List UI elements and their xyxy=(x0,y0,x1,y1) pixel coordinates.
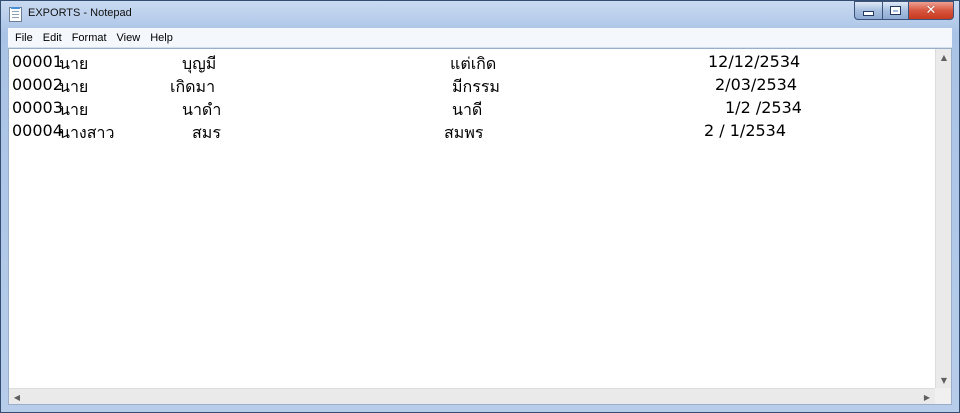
horizontal-scrollbar[interactable]: ◀ ▶ xyxy=(9,388,935,404)
notepad-icon[interactable] xyxy=(9,7,22,22)
close-icon: ✕ xyxy=(925,3,937,18)
menu-view[interactable]: View xyxy=(112,32,146,44)
record-last-name: แต่เกิด xyxy=(450,54,497,73)
text-area[interactable]: 00001 นาย บุญมี แต่เกิด 12/12/2534 00002… xyxy=(9,49,935,388)
record-first-name: บุญมี xyxy=(182,54,217,73)
scroll-right-icon[interactable]: ▶ xyxy=(919,389,935,405)
record-date: 2 / 1/2534 xyxy=(704,121,787,140)
menu-edit[interactable]: Edit xyxy=(38,32,67,44)
record-id: 00004 xyxy=(12,121,63,140)
record-id: 00002 xyxy=(12,75,63,94)
scroll-left-icon[interactable]: ◀ xyxy=(9,389,25,405)
record-first-name: นาดำ xyxy=(182,100,222,119)
scroll-down-icon[interactable]: ▼ xyxy=(936,372,952,388)
menu-format[interactable]: Format xyxy=(67,32,112,44)
window-title: EXPORTS - Notepad xyxy=(28,7,132,19)
vertical-scrollbar[interactable]: ▲ ▼ xyxy=(935,49,951,388)
scrollbar-corner xyxy=(935,388,951,404)
maximize-button[interactable] xyxy=(882,1,908,20)
record-date: 1/2 /2534 xyxy=(725,98,802,117)
record-first-name: สมร xyxy=(192,123,221,142)
record-first-name: เกิดมา xyxy=(170,77,216,96)
close-button[interactable]: ✕ xyxy=(908,1,954,20)
minimize-icon xyxy=(863,11,874,16)
record-title: นาย xyxy=(59,77,89,96)
text-editor[interactable]: 00001 นาย บุญมี แต่เกิด 12/12/2534 00002… xyxy=(8,48,952,405)
record-title: นางสาว xyxy=(59,123,115,142)
record-date: 2/03/2534 xyxy=(715,75,798,94)
record-title: นาย xyxy=(59,100,89,119)
caption-buttons: ✕ xyxy=(854,1,954,21)
record-title: นาย xyxy=(59,54,89,73)
scroll-up-icon[interactable]: ▲ xyxy=(936,49,952,65)
menu-bar: File Edit Format View Help xyxy=(8,28,952,48)
record-id: 00003 xyxy=(12,98,63,117)
record-date: 12/12/2534 xyxy=(708,52,801,71)
maximize-icon xyxy=(890,6,901,15)
record-last-name: นาดี xyxy=(452,100,483,119)
record-last-name: มีกรรม xyxy=(452,77,500,96)
record-last-name: สมพร xyxy=(444,123,484,142)
title-bar[interactable]: EXPORTS - Notepad ✕ xyxy=(1,1,959,28)
minimize-button[interactable] xyxy=(854,1,882,20)
menu-file[interactable]: File xyxy=(10,32,38,44)
record-id: 00001 xyxy=(12,52,63,71)
notepad-window: EXPORTS - Notepad ✕ File Edit Format Vie… xyxy=(0,0,960,413)
menu-help[interactable]: Help xyxy=(145,32,178,44)
